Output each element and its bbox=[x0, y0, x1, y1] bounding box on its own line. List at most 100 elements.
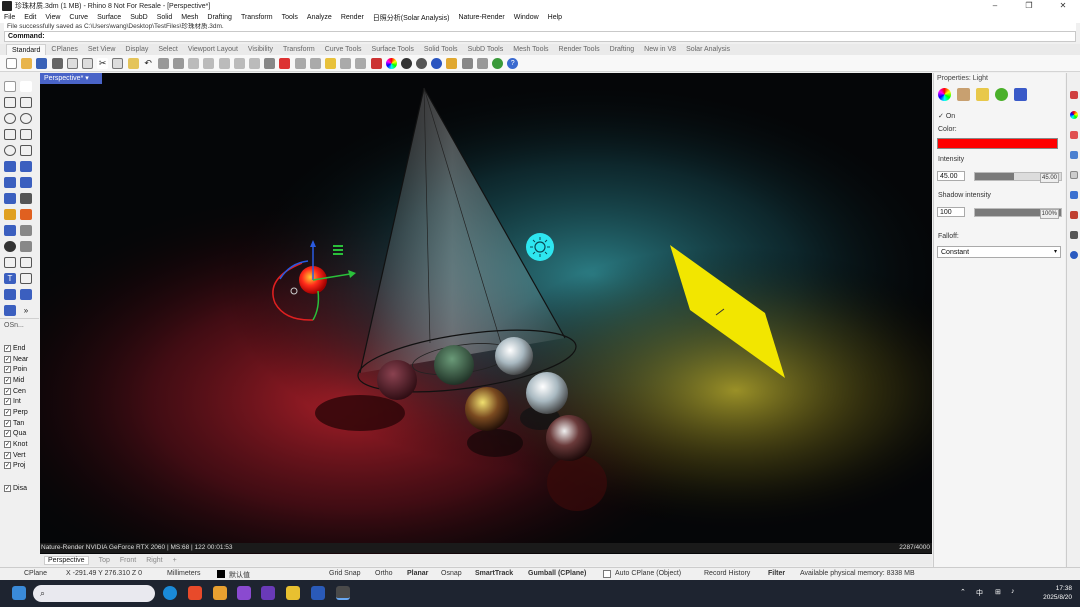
record-history-toggle[interactable]: Record History bbox=[704, 570, 750, 577]
tab-render-tools[interactable]: Render Tools bbox=[554, 44, 605, 55]
import-icon[interactable] bbox=[66, 57, 78, 69]
perspective-viewport[interactable] bbox=[40, 73, 932, 554]
osnap-item-cen[interactable]: ✓ Cen bbox=[0, 386, 39, 397]
tab-select[interactable]: Select bbox=[153, 44, 182, 55]
file-explorer-icon[interactable] bbox=[286, 586, 300, 600]
rotate-view-icon[interactable] bbox=[173, 57, 185, 69]
tab-surface-tools[interactable]: Surface Tools bbox=[367, 44, 419, 55]
rhino-taskbar-icon[interactable] bbox=[336, 586, 350, 600]
osnap-item-quad[interactable]: ✓ Qua bbox=[0, 429, 39, 440]
filter-toggle[interactable]: Filter bbox=[768, 570, 785, 577]
word-icon[interactable] bbox=[311, 586, 325, 600]
checkbox-icon[interactable]: ✓ bbox=[4, 485, 11, 493]
render-icon[interactable] bbox=[492, 57, 503, 69]
texture-icon[interactable] bbox=[995, 88, 1008, 101]
tab-set-view[interactable]: Set View bbox=[83, 44, 121, 55]
edge-browser-icon[interactable] bbox=[163, 586, 177, 600]
rendered-scene[interactable] bbox=[40, 73, 932, 554]
object-properties-icon[interactable] bbox=[938, 88, 951, 101]
layers-tab-icon[interactable] bbox=[1070, 131, 1078, 139]
chevron-down-icon[interactable]: ▾ bbox=[85, 75, 89, 82]
light-color-swatch[interactable] bbox=[937, 138, 1058, 149]
add-viewport-button[interactable]: + bbox=[173, 557, 177, 564]
cplane-label[interactable]: CPlane bbox=[24, 570, 47, 577]
tab-new-in-v8[interactable]: New in V8 bbox=[639, 44, 681, 55]
close-button[interactable]: ✕ bbox=[1046, 0, 1080, 12]
tray-chevron-icon[interactable]: ⌃ bbox=[960, 588, 966, 596]
osnap-toggle[interactable]: Osnap bbox=[441, 570, 462, 577]
circle-icon[interactable] bbox=[4, 113, 16, 124]
zoom-window-icon[interactable] bbox=[203, 57, 215, 69]
boolean-icon[interactable] bbox=[4, 209, 16, 220]
tab-perspective[interactable]: Perspective bbox=[44, 555, 89, 565]
menu-curve[interactable]: Curve bbox=[69, 14, 88, 21]
tab-transform[interactable]: Transform bbox=[278, 44, 320, 55]
zoom-extents-icon[interactable] bbox=[218, 57, 230, 69]
pearl-sphere[interactable] bbox=[377, 360, 417, 400]
tab-subd-tools[interactable]: SubD Tools bbox=[463, 44, 509, 55]
solid-icon[interactable] bbox=[20, 177, 32, 188]
paste-icon[interactable] bbox=[127, 57, 139, 69]
minimize-button[interactable]: – bbox=[978, 0, 1012, 12]
tab-solid-tools[interactable]: Solid Tools bbox=[419, 44, 463, 55]
on-checkbox-row[interactable]: ✓ On bbox=[938, 112, 955, 120]
units-label[interactable]: Millimeters bbox=[167, 570, 200, 577]
display-tab-icon[interactable] bbox=[1070, 151, 1078, 159]
shadow-intensity-input[interactable]: 100 bbox=[937, 207, 965, 217]
notes-tab-icon[interactable] bbox=[1070, 191, 1078, 199]
tab-cplanes[interactable]: CPlanes bbox=[46, 44, 82, 55]
rectangle-icon[interactable] bbox=[20, 129, 32, 140]
new-file-icon[interactable] bbox=[6, 57, 17, 69]
menu-tools[interactable]: Tools bbox=[282, 14, 298, 21]
analyze-icon[interactable] bbox=[4, 305, 16, 316]
curve-icon[interactable] bbox=[20, 97, 32, 108]
planar-toggle[interactable]: Planar bbox=[407, 570, 428, 577]
menu-file[interactable]: File bbox=[4, 14, 15, 21]
extrude-icon[interactable] bbox=[20, 193, 32, 204]
select-icon[interactable] bbox=[309, 57, 321, 69]
point-icon[interactable] bbox=[20, 81, 32, 92]
shade-icon[interactable] bbox=[4, 241, 16, 252]
properties-tab-icon[interactable] bbox=[1070, 91, 1078, 99]
move-icon[interactable] bbox=[4, 225, 16, 236]
tab-right[interactable]: Right bbox=[146, 557, 162, 564]
osnap-disable[interactable]: ✓ Disa bbox=[0, 483, 39, 494]
explode-icon[interactable] bbox=[20, 209, 32, 220]
pearl-sphere[interactable] bbox=[526, 372, 568, 414]
osnap-item-perp[interactable]: ✓ Perp bbox=[0, 407, 39, 418]
layer-icon[interactable] bbox=[370, 57, 382, 69]
set-view-icon[interactable] bbox=[294, 57, 306, 69]
smarttrack-toggle[interactable]: SmartTrack bbox=[475, 570, 513, 577]
osnap-item-vert[interactable]: ✓ Vert bbox=[0, 450, 39, 461]
open-file-icon[interactable] bbox=[21, 57, 33, 69]
start-button-icon[interactable] bbox=[12, 586, 26, 600]
gumball-menu-icon[interactable] bbox=[333, 249, 343, 251]
tab-viewport-layout[interactable]: Viewport Layout bbox=[183, 44, 243, 55]
pearl-sphere[interactable] bbox=[546, 415, 592, 461]
surface-icon[interactable] bbox=[4, 161, 16, 172]
shadow-intensity-slider[interactable]: 100% bbox=[974, 208, 1062, 219]
rendering-tab-icon[interactable] bbox=[1070, 211, 1078, 219]
menu-solid[interactable]: Solid bbox=[157, 14, 173, 21]
osnap-item-tan[interactable]: ✓ Tan bbox=[0, 418, 39, 429]
material-brush-icon[interactable] bbox=[957, 88, 970, 101]
copy-object-icon[interactable] bbox=[20, 225, 32, 236]
zoom-icon[interactable] bbox=[188, 57, 200, 69]
osnap-item-point[interactable]: ✓ Poin bbox=[0, 364, 39, 375]
checkbox-icon[interactable]: ✓ bbox=[4, 430, 11, 438]
checkbox-icon[interactable]: ✓ bbox=[4, 441, 11, 449]
pearl-sphere[interactable] bbox=[465, 387, 509, 431]
help-icon[interactable]: ? bbox=[507, 57, 519, 69]
tab-drafting[interactable]: Drafting bbox=[605, 44, 640, 55]
menu-solar-analysis[interactable]: 日照分析(Solar Analysis) bbox=[373, 13, 450, 23]
menu-subd[interactable]: SubD bbox=[130, 14, 148, 21]
environment-tab-icon[interactable] bbox=[1070, 251, 1078, 259]
polyline-icon[interactable] bbox=[4, 97, 16, 108]
osnap-item-proj[interactable]: ✓ Proj bbox=[0, 461, 39, 472]
checkbox-icon[interactable]: ✓ bbox=[4, 387, 11, 395]
taskbar-search[interactable]: ⌕ bbox=[33, 585, 155, 602]
auto-cplane-checkbox[interactable] bbox=[603, 570, 611, 578]
menu-drafting[interactable]: Drafting bbox=[207, 14, 232, 21]
menu-edit[interactable]: Edit bbox=[24, 14, 36, 21]
menu-view[interactable]: View bbox=[45, 14, 60, 21]
